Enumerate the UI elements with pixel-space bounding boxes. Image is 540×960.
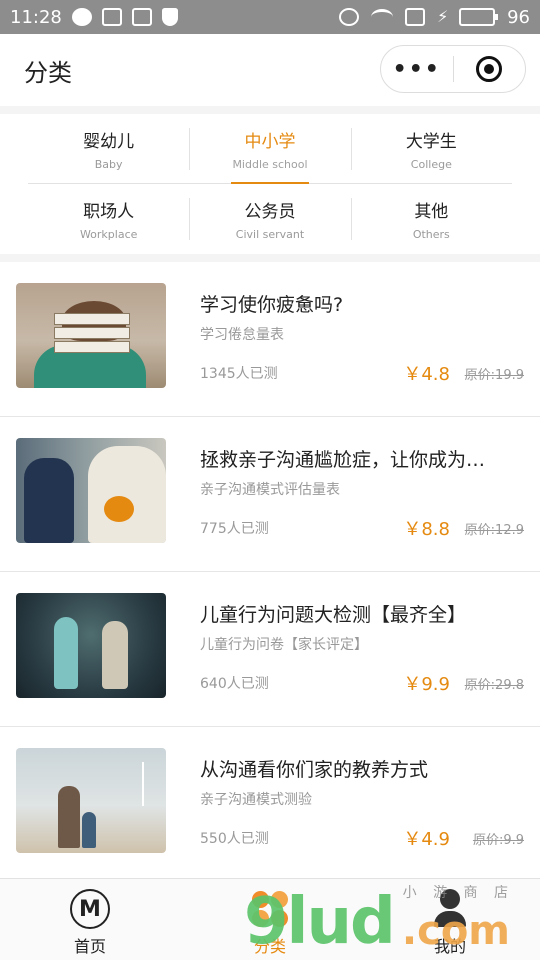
category-label: 其他 <box>414 202 449 222</box>
item-title: 拯救亲子沟通尴尬症，让你成为… <box>200 449 486 471</box>
list-item[interactable]: 学习使你疲惫吗? 学习倦怠量表 1345人已测 ￥4.8 原价:19.9 <box>0 262 540 417</box>
category-baby[interactable]: 婴幼儿 Baby <box>28 114 189 184</box>
list-item[interactable]: 从沟通看你们家的教养方式 亲子沟通模式测验 550人已测 ￥4.9 原价:9.9 <box>0 727 540 882</box>
item-original-price: 原价:9.9 <box>472 833 524 848</box>
category-label: 职场人 <box>83 202 135 222</box>
item-thumbnail <box>16 748 166 853</box>
tab-category[interactable]: 分类 <box>180 879 360 960</box>
status-time: 11:28 <box>10 6 62 28</box>
test-list: 学习使你疲惫吗? 学习倦怠量表 1345人已测 ￥4.8 原价:19.9 拯救亲… <box>0 262 540 882</box>
category-label-en: Middle school <box>232 158 308 171</box>
item-subtitle: 学习倦怠量表 <box>200 327 284 343</box>
battery-icon <box>459 8 499 26</box>
category-row: 职场人 Workplace 公务员 Civil servant 其他 Other… <box>28 184 512 254</box>
shield-icon <box>161 8 178 26</box>
tab-me[interactable]: 我的 <box>360 879 540 960</box>
item-original-price: 原价:29.8 <box>464 678 524 693</box>
item-title: 从沟通看你们家的教养方式 <box>200 759 429 781</box>
category-middle-school[interactable]: 中小学 Middle school <box>189 114 350 184</box>
category-grid: 婴幼儿 Baby 中小学 Middle school 大学生 College 职… <box>0 114 540 254</box>
user-icon <box>430 889 470 929</box>
tab-label: 分类 <box>253 937 286 956</box>
item-count: 550人已测 <box>200 831 269 847</box>
item-title: 学习使你疲惫吗? <box>200 294 344 316</box>
item-count: 775人已测 <box>200 521 269 537</box>
item-original-price: 原价:12.9 <box>464 523 524 538</box>
tab-home[interactable]: M 首页 <box>0 879 180 960</box>
chat-bubble-icon <box>71 8 92 26</box>
category-civil-servant[interactable]: 公务员 Civil servant <box>189 184 350 254</box>
category-college[interactable]: 大学生 College <box>350 114 512 184</box>
page-title: 分类 <box>24 58 72 87</box>
home-icon: M <box>70 889 110 929</box>
category-workplace[interactable]: 职场人 Workplace <box>28 184 189 254</box>
category-label-en: College <box>410 158 452 171</box>
more-button[interactable]: ••• <box>381 57 453 82</box>
item-price: ￥4.8 <box>403 364 450 385</box>
category-label: 婴幼儿 <box>83 132 135 152</box>
category-row: 婴幼儿 Baby 中小学 Middle school 大学生 College <box>28 114 512 184</box>
miniprogram-capsule: ••• <box>380 45 526 93</box>
close-button[interactable] <box>454 56 526 82</box>
category-label: 中小学 <box>244 132 296 152</box>
category-label-en: Baby <box>94 158 123 171</box>
category-label-en: Workplace <box>79 228 138 241</box>
screen-icon <box>405 8 426 26</box>
category-label-en: Civil servant <box>235 228 305 241</box>
target-icon <box>476 56 503 82</box>
tab-label: 我的 <box>433 937 466 956</box>
item-price: ￥9.9 <box>403 674 450 695</box>
item-subtitle: 亲子沟通模式测验 <box>200 792 312 808</box>
charging-icon: ⚡ <box>437 7 449 26</box>
item-price: ￥4.9 <box>403 829 450 850</box>
status-bar: 11:28 ⚡ 96 <box>0 0 540 34</box>
category-label-en: Others <box>412 228 450 241</box>
grid-icon <box>250 889 290 929</box>
category-label: 公务员 <box>244 202 296 222</box>
mail-icon <box>131 8 152 26</box>
item-thumbnail <box>16 438 166 543</box>
category-label: 大学生 <box>405 132 457 152</box>
wifi-icon <box>371 9 394 25</box>
image-icon <box>101 8 122 26</box>
item-thumbnail <box>16 283 166 388</box>
item-count: 640人已测 <box>200 676 269 692</box>
item-subtitle: 亲子沟通模式评估量表 <box>200 482 340 498</box>
item-price: ￥8.8 <box>403 519 450 540</box>
item-title: 儿童行为问题大检测【最齐全】 <box>200 604 467 626</box>
tab-bar: M 首页 分类 我的 <box>0 878 540 960</box>
item-original-price: 原价:19.9 <box>464 368 524 383</box>
item-thumbnail <box>16 593 166 698</box>
battery-percent: 96 <box>507 6 530 28</box>
title-bar: 分类 ••• <box>0 34 540 106</box>
item-subtitle: 儿童行为问卷【家长评定】 <box>200 637 368 653</box>
list-item[interactable]: 儿童行为问题大检测【最齐全】 儿童行为问卷【家长评定】 640人已测 ￥9.9 … <box>0 572 540 727</box>
alarm-clock-icon <box>339 8 360 26</box>
category-others[interactable]: 其他 Others <box>350 184 512 254</box>
list-item[interactable]: 拯救亲子沟通尴尬症，让你成为… 亲子沟通模式评估量表 775人已测 ￥8.8 原… <box>0 417 540 572</box>
tab-label: 首页 <box>73 937 106 956</box>
item-count: 1345人已测 <box>200 366 278 382</box>
